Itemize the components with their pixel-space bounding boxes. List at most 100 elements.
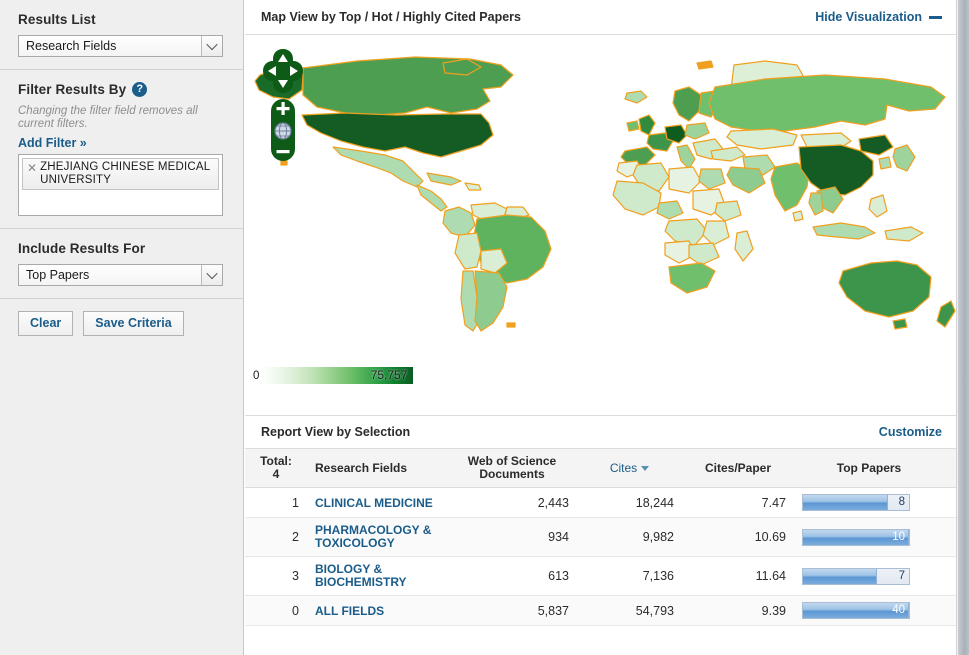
results-list-select[interactable]: Research Fields <box>18 35 223 57</box>
research-field-link[interactable]: BIOLOGY & BIOCHEMISTRY <box>315 563 439 589</box>
top-papers-bar-fill <box>803 495 888 510</box>
row-top-papers: 8 <box>794 488 944 518</box>
column-cites-per-paper[interactable]: Cites/Paper <box>682 449 794 488</box>
row-cites: 9,982 <box>577 518 682 557</box>
country-indonesia <box>813 223 875 239</box>
close-icon[interactable]: ✕ <box>27 161 37 174</box>
country-iceland <box>625 91 647 103</box>
row-rank: 0 <box>245 596 307 626</box>
row-rank: 3 <box>245 557 307 596</box>
chevron-down-icon <box>641 466 649 471</box>
scrollbar-thumb[interactable] <box>958 0 969 655</box>
table-row[interactable]: 2 PHARMACOLOGY & TOXICOLOGY 9349,98210.69 1… <box>245 518 960 557</box>
pan-arrows-icon <box>263 49 303 93</box>
research-field-link[interactable]: ALL FIELDS <box>315 605 384 618</box>
results-list-selected-value: Research Fields <box>19 39 116 53</box>
map-panel-title: Map View by Top / Hot / Highly Cited Pap… <box>261 10 521 24</box>
row-research-field: ALL FIELDS <box>307 596 447 626</box>
filter-chip-label: ZHEJIANG CHINESE MEDICAL UNIVERSITY <box>40 161 214 186</box>
filter-chip[interactable]: ✕ ZHEJIANG CHINESE MEDICAL UNIVERSITY <box>22 158 219 190</box>
table-row[interactable]: 1 CLINICAL MEDICINE 2,44318,2447.47 8 <box>245 488 960 518</box>
row-rank: 1 <box>245 488 307 518</box>
country-mexico <box>333 147 423 187</box>
world-map-svg[interactable] <box>245 35 956 415</box>
sidebar-actions: Clear Save Criteria <box>0 299 243 348</box>
column-research-fields[interactable]: Research Fields <box>307 449 447 488</box>
country-argentina <box>475 271 507 331</box>
country-new-guinea <box>885 227 923 241</box>
row-cites: 54,793 <box>577 596 682 626</box>
legend-max-label: 75,757 <box>371 368 408 382</box>
country-nigeria <box>657 201 683 219</box>
country-ethiopia <box>715 201 741 221</box>
results-table: Total: 4 Research Fields Web of Science … <box>245 448 960 626</box>
row-rank: 2 <box>245 518 307 557</box>
world-map[interactable]: 0 75,757 <box>245 35 956 415</box>
filter-results-title: Filter Results By <box>18 82 126 97</box>
country-tasmania <box>893 319 907 329</box>
column-top-papers[interactable]: Top Papers <box>794 449 944 488</box>
chevron-down-icon[interactable] <box>201 36 222 56</box>
row-documents: 5,837 <box>447 596 577 626</box>
country-madagascar <box>735 231 753 261</box>
country-poland <box>685 123 709 139</box>
customize-button[interactable]: Customize <box>879 425 942 439</box>
country-cuba <box>427 173 461 185</box>
hide-visualization-button[interactable]: Hide Visualization <box>815 10 942 24</box>
filter-results-section: Filter Results By ? Changing the filter … <box>0 70 243 228</box>
top-papers-value: 7 <box>899 570 905 582</box>
minus-icon <box>929 16 942 19</box>
country-south-africa <box>669 263 715 293</box>
country-korea <box>879 157 891 169</box>
results-list-title: Results List <box>18 12 225 27</box>
research-field-link[interactable]: CLINICAL MEDICINE <box>315 497 433 510</box>
top-papers-bar: 10 <box>802 529 910 546</box>
country-central-america <box>417 185 447 211</box>
top-papers-value: 8 <box>899 496 905 508</box>
add-filter-link[interactable]: Add Filter » <box>18 136 87 150</box>
chevron-down-icon[interactable] <box>201 265 222 285</box>
table-header-row: Total: 4 Research Fields Web of Science … <box>245 449 960 488</box>
row-research-field: CLINICAL MEDICINE <box>307 488 447 518</box>
row-top-papers: 10 <box>794 518 944 557</box>
row-documents: 934 <box>447 518 577 557</box>
country-australia <box>839 261 931 317</box>
row-cites-per-paper: 7.47 <box>682 488 794 518</box>
report-panel-title: Report View by Selection <box>261 425 410 439</box>
active-filters-box[interactable]: ✕ ZHEJIANG CHINESE MEDICAL UNIVERSITY <box>18 154 223 216</box>
map-panel-header: Map View by Top / Hot / Highly Cited Pap… <box>245 0 956 35</box>
row-research-field: PHARMACOLOGY & TOXICOLOGY <box>307 518 447 557</box>
row-cites: 18,244 <box>577 488 682 518</box>
table-row[interactable]: 0ALL FIELDS5,83754,7939.3940 <box>245 596 960 626</box>
country-zambia-zim <box>689 243 719 265</box>
include-results-select[interactable]: Top Papers <box>18 264 223 286</box>
pan-zoom-widget[interactable] <box>263 47 303 167</box>
column-cites[interactable]: Cites <box>577 449 682 488</box>
legend-gradient-bar: 75,757 <box>261 367 413 384</box>
island-svalbard <box>697 61 713 69</box>
island-falklands <box>507 323 515 327</box>
country-kenya-tanzania <box>703 221 729 245</box>
row-documents: 2,443 <box>447 488 577 518</box>
main-content: Map View by Top / Hot / Highly Cited Pap… <box>245 0 956 655</box>
page-scrollbar[interactable] <box>956 0 969 655</box>
row-cites-per-paper: 10.69 <box>682 518 794 557</box>
report-panel-header: Report View by Selection Customize <box>245 416 956 448</box>
table-row[interactable]: 3BIOLOGY & BIOCHEMISTRY6137,13611.647 <box>245 557 960 596</box>
include-results-title: Include Results For <box>18 241 225 256</box>
research-field-link[interactable]: PHARMACOLOGY & TOXICOLOGY <box>315 524 439 550</box>
column-web-of-science-documents[interactable]: Web of Science Documents <box>447 449 577 488</box>
island-sri-lanka <box>793 211 803 221</box>
clear-button[interactable]: Clear <box>18 311 73 336</box>
cites-label: Cites <box>610 462 637 475</box>
map-navigation-control[interactable] <box>263 47 303 170</box>
country-japan <box>893 145 915 171</box>
country-canada <box>303 57 513 115</box>
row-top-papers: 40 <box>794 596 944 626</box>
cites-sort-link[interactable]: Cites <box>610 462 649 475</box>
top-papers-value: 10 <box>892 531 905 543</box>
row-top-papers: 7 <box>794 557 944 596</box>
question-mark-icon[interactable]: ? <box>132 82 147 97</box>
save-criteria-button[interactable]: Save Criteria <box>83 311 183 336</box>
zoom-out-icon <box>277 150 290 153</box>
